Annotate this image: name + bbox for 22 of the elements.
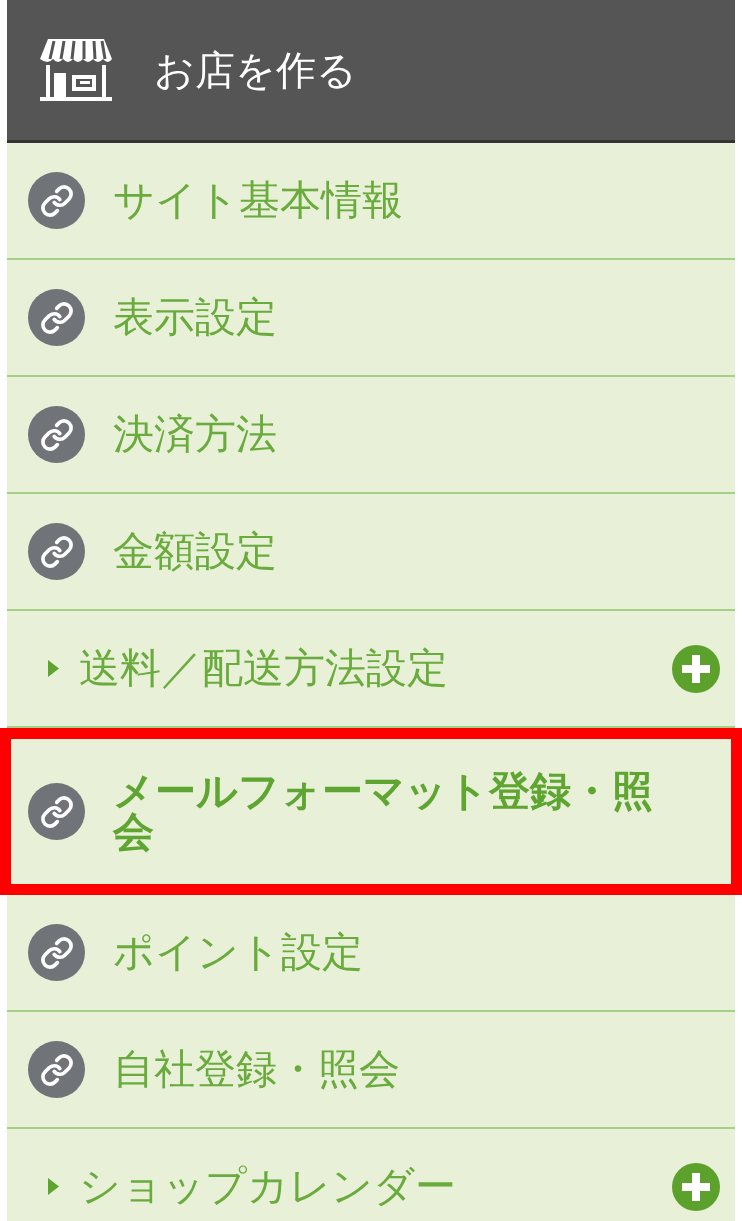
menu-link[interactable]: 表示設定 bbox=[7, 260, 735, 377]
link-icon bbox=[28, 924, 85, 981]
menu-link[interactable]: ポイント設定 bbox=[7, 895, 735, 1012]
menu-link[interactable]: 自社登録・照会 bbox=[7, 1012, 735, 1129]
header-title: お店を作る bbox=[154, 50, 357, 90]
link-icon bbox=[28, 783, 85, 840]
menu-link[interactable]: サイト基本情報 bbox=[7, 143, 735, 260]
link-icon bbox=[28, 523, 85, 580]
menu-link[interactable]: 送料／配送方法設定 bbox=[7, 648, 672, 689]
menu-link[interactable]: 金額設定 bbox=[7, 494, 735, 611]
plus-icon[interactable] bbox=[672, 1162, 720, 1211]
caret-icon bbox=[48, 1178, 59, 1195]
link-icon bbox=[28, 289, 85, 346]
link-icon bbox=[28, 1041, 85, 1098]
menu-link[interactable]: メールフォーマット登録・照会 bbox=[0, 728, 742, 895]
link-icon bbox=[28, 172, 85, 229]
caret-icon bbox=[48, 660, 59, 677]
menu-link[interactable]: ショップカレンダー bbox=[7, 1166, 672, 1207]
plus-icon[interactable] bbox=[672, 644, 720, 693]
link-icon bbox=[28, 406, 85, 463]
store-icon bbox=[38, 37, 114, 103]
menu-link[interactable]: 決済方法 bbox=[7, 377, 735, 494]
